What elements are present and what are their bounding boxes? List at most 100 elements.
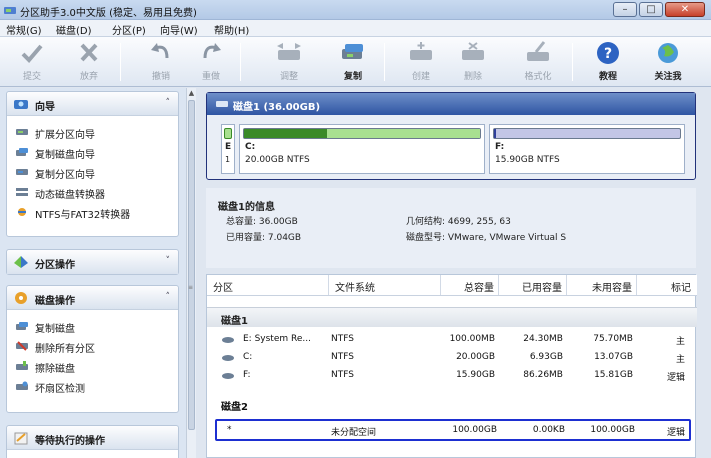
toolbar-separator (572, 43, 573, 81)
wizard-ntfs-fat32[interactable]: NTFS与FAT32转换器 (7, 202, 178, 222)
disk-op-bad-sector[interactable]: 坏扇区检测 (7, 376, 178, 396)
toolbar-separator (384, 43, 385, 81)
disk-op-copy[interactable]: 复制磁盘 (7, 316, 178, 336)
convert-icon (18, 208, 26, 216)
partition-segment-c[interactable]: C: 20.00GB NTFS (239, 124, 485, 174)
disk-ops-panel: 磁盘操作 ˄ 复制磁盘 删除所有分区 擦除磁盘 坏扇区检测 (6, 285, 179, 413)
format-button[interactable]: 格式化 (515, 40, 561, 84)
wizard-extend-partition[interactable]: 扩展分区向导 (7, 122, 178, 142)
disk-used-capacity: 已用容量: 7.04GB (226, 233, 302, 243)
partition-ops-header[interactable]: 分区操作 ˅ (7, 250, 178, 274)
disk-wipe-icon (16, 361, 28, 370)
undo-button[interactable]: 撤销 (138, 40, 184, 84)
delete-button[interactable]: 删除 (450, 40, 496, 84)
partition-icon (222, 337, 234, 343)
column-header-total[interactable]: 总容量 (441, 275, 499, 295)
svg-text:?: ? (604, 46, 612, 62)
close-icon: ✕ (680, 4, 690, 15)
menu-general[interactable]: 常规(G) (6, 22, 42, 37)
wizard-item-label: NTFS与FAT32转换器 (35, 210, 131, 221)
partition-info: 20.00GB NTFS (245, 155, 310, 165)
cell-free: 100.00GB (590, 425, 635, 435)
disk-op-label: 复制磁盘 (35, 324, 75, 335)
cell-total: 20.00GB (456, 352, 495, 362)
disk-copy-icon (16, 322, 28, 330)
menu-disk[interactable]: 磁盘(D) (56, 22, 92, 37)
menu-partition[interactable]: 分区(P) (112, 22, 146, 37)
minimize-button[interactable]: – (613, 2, 637, 17)
left-pane: 向导 ˄ 扩展分区向导 复制磁盘向导 复制分区向导 动态磁盘转换器 NTFS与F… (0, 88, 186, 458)
partition-letter: F: (495, 142, 505, 152)
disk-resize-icon (277, 43, 301, 60)
expand-icon[interactable]: ˅ (166, 256, 171, 266)
cell-filesystem: NTFS (331, 370, 354, 380)
tutorial-button[interactable]: ? 教程 (585, 40, 631, 84)
disk-op-delete-all[interactable]: 删除所有分区 (7, 336, 178, 356)
wizard-item-label: 扩展分区向导 (35, 130, 95, 141)
wizard-panel-header[interactable]: 向导 ˄ (7, 92, 178, 116)
table-row[interactable]: F: NTFS 15.90GB 86.26MB 15.81GB 逻辑 (207, 365, 697, 385)
scroll-up-icon[interactable]: ▲ (187, 89, 196, 99)
column-header-used[interactable]: 已用容量 (499, 275, 567, 295)
undo-icon (151, 43, 169, 59)
follow-button[interactable]: 关注我 (645, 40, 691, 84)
discard-button[interactable]: 放弃 (66, 40, 112, 84)
column-header-flag[interactable]: 标记 (637, 275, 697, 295)
wizard-item-label: 复制分区向导 (35, 170, 95, 181)
dynamic-disk-icon (16, 188, 28, 196)
table-row[interactable]: E: System Re... NTFS 100.00MB 24.30MB 75… (207, 329, 697, 349)
help-icon: ? (597, 42, 619, 64)
disk-map-card[interactable]: 磁盘1 (36.00GB) E 1 C: 20.00GB NTFS F: 15.… (206, 92, 696, 180)
pending-ops-header[interactable]: 等待执行的操作 (7, 426, 178, 450)
cell-free: 75.70MB (593, 334, 633, 344)
disk-map-title: 磁盘1 (36.00GB) (233, 102, 321, 113)
disk-icon (16, 169, 28, 175)
commit-button[interactable]: 提交 (9, 40, 55, 84)
resize-button[interactable]: 调整 (266, 40, 312, 84)
disk-total-capacity: 总容量: 36.00GB (226, 217, 298, 227)
cell-partition: E: System Re... (243, 334, 311, 344)
collapse-icon[interactable]: ˄ (166, 292, 171, 302)
partition-segment-f[interactable]: F: 15.90GB NTFS (489, 124, 685, 174)
disk2-group-row: 磁盘2 (207, 393, 697, 413)
partition-info: 15.90GB NTFS (495, 155, 560, 165)
disk-op-label: 删除所有分区 (35, 344, 95, 355)
pending-ops-icon (14, 432, 28, 445)
maximize-icon: □ (646, 4, 656, 15)
menu-help[interactable]: 帮助(H) (214, 22, 249, 37)
partition-used-fill (244, 129, 327, 138)
close-button[interactable]: ✕ (665, 2, 705, 17)
column-header-free[interactable]: 未用容量 (567, 275, 637, 295)
create-button[interactable]: 创建 (398, 40, 444, 84)
partition-segment-e[interactable]: E 1 (221, 124, 235, 174)
cell-free: 13.07GB (594, 352, 633, 362)
menu-wizard[interactable]: 向导(W) (160, 22, 198, 37)
disk-delete-icon (462, 42, 484, 60)
scrollbar-thumb[interactable] (188, 100, 195, 430)
disk-info-title: 磁盘1的信息 (218, 202, 275, 213)
resize-label: 调整 (279, 72, 298, 82)
commit-label: 提交 (22, 72, 41, 82)
table-row-selected[interactable]: * 未分配空间 100.00GB 0.00KB 100.00GB 逻辑 (215, 419, 691, 441)
disk-info-box: 磁盘1的信息 总容量: 36.00GB 已用容量: 7.04GB 几何结构: 4… (206, 188, 696, 268)
table-row[interactable]: C: NTFS 20.00GB 6.93GB 13.07GB 主 (207, 347, 697, 367)
maximize-button[interactable]: □ (639, 2, 663, 17)
collapse-icon[interactable]: ˄ (166, 98, 171, 108)
column-header-filesystem[interactable]: 文件系统 (329, 275, 441, 295)
cell-flag: 逻辑 (666, 373, 685, 383)
cell-flag: 逻辑 (666, 428, 685, 438)
left-pane-scrollbar[interactable]: ▲ ≡ (186, 88, 196, 458)
column-header-partition[interactable]: 分区 (207, 275, 329, 295)
toolbar: 提交 放弃 撤销 重做 调整 复制 创建 删除 格式化 ? 教程 关注我 (0, 37, 711, 87)
disk-op-wipe[interactable]: 擦除磁盘 (7, 356, 178, 376)
tutorial-label: 教程 (598, 72, 617, 82)
redo-button[interactable]: 重做 (188, 40, 234, 84)
copy-button[interactable]: 复制 (330, 40, 376, 84)
wizard-dynamic-disk[interactable]: 动态磁盘转换器 (7, 182, 178, 202)
wizard-copy-disk[interactable]: 复制磁盘向导 (7, 142, 178, 162)
wizard-copy-partition[interactable]: 复制分区向导 (7, 162, 178, 182)
partition-ops-icon (14, 256, 28, 268)
right-edge (697, 88, 711, 458)
header-divider (207, 295, 697, 296)
disk-ops-header[interactable]: 磁盘操作 ˄ (7, 286, 178, 310)
